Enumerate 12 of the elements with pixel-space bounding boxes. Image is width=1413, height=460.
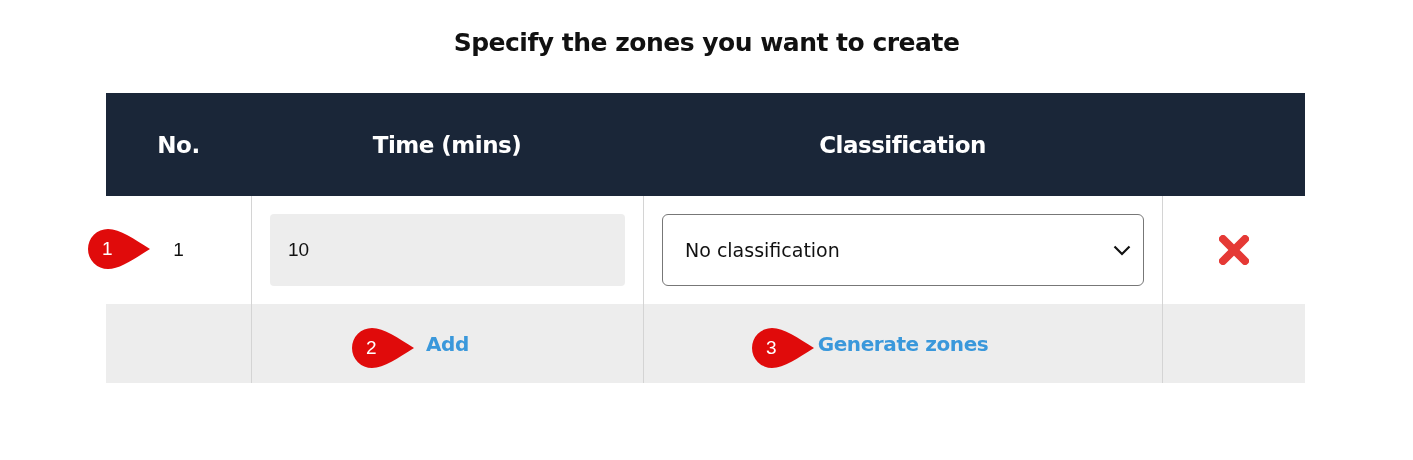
callout-badge: 2 <box>352 328 414 368</box>
column-header: Time (mins) <box>372 131 522 158</box>
chevron-down-icon <box>1113 244 1131 256</box>
time-input[interactable]: 10 <box>270 214 625 286</box>
column-header: No. <box>157 131 200 158</box>
row-number: 1 <box>173 239 184 261</box>
delete-icon[interactable] <box>1219 235 1249 265</box>
classification-dropdown[interactable]: No classification <box>662 214 1144 286</box>
page-title: Specify the zones you want to create <box>452 27 961 58</box>
callout-badge: 1 <box>88 229 150 269</box>
callout-badge: 3 <box>752 328 814 368</box>
column-header: Classification <box>819 131 986 158</box>
